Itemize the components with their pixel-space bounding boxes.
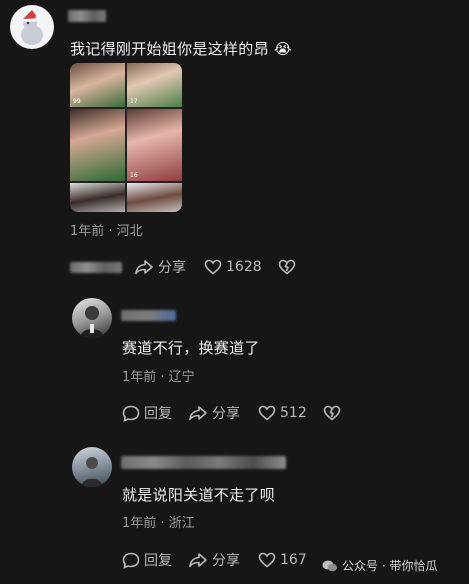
avatar[interactable] [72,447,112,487]
reply-text: 赛道不行，换赛道了 [122,339,260,357]
photo-thumbnail[interactable] [70,183,125,212]
post-text: 我记得刚开始姐你是这样的昂 😭 [70,38,292,59]
reply-button[interactable]: 回复 [122,550,172,570]
view-count: 16 [130,172,138,179]
avatar-photo [80,306,104,338]
avatar-photo [81,457,103,487]
crying-emoji: 😭 [273,40,292,58]
reply-actions: 回复 分享 512 [122,403,341,423]
like-button[interactable]: 167 [258,552,307,568]
share-icon [189,406,207,421]
photo-thumbnail[interactable]: 99 [70,63,125,107]
photo-thumbnail[interactable]: 16 [127,109,182,181]
like-count: 1628 [226,259,262,275]
share-label: 分享 [212,553,240,569]
photo-thumbnail[interactable] [70,109,125,181]
avatar-illustration [21,10,43,45]
share-button[interactable]: 分享 [134,257,186,277]
reply-meta: 1年前 · 浙江 [122,516,195,531]
avatar[interactable] [10,5,54,49]
avatar[interactable] [72,298,112,338]
reply-text: 就是说阳关道不走了呗 [122,486,276,504]
view-count: 99 [73,98,81,105]
like-count: 512 [280,405,307,421]
share-label: 分享 [212,406,240,422]
reply-button[interactable]: 回复 [122,403,172,423]
like-button[interactable]: 512 [258,405,307,421]
reply-actions: 回复 分享 167 [122,550,323,570]
like-button[interactable]: 1628 [204,259,262,275]
heart-icon [204,259,222,275]
reply-label: 回复 [144,553,172,569]
heart-icon [258,405,276,421]
watermark-text: 公众号 · 带你恰瓜 [342,559,438,573]
share-label: 分享 [158,260,186,276]
photo-thumbnail[interactable] [127,183,182,212]
share-button[interactable]: 分享 [188,550,240,570]
photo-thumbnail[interactable]: 17 [127,63,182,107]
post-text-content: 我记得刚开始姐你是这样的昂 [70,40,269,58]
username-redacted[interactable] [121,456,286,469]
reply-label: 回复 [144,406,172,422]
heart-icon [258,552,276,568]
share-icon [189,553,207,568]
comment-icon [122,552,140,569]
watermark: 公众号 · 带你恰瓜 [322,557,437,574]
reply-label-redacted[interactable] [70,261,122,273]
share-icon [135,260,153,275]
comment-icon [122,405,140,422]
wechat-icon [322,560,337,571]
view-count: 17 [130,98,138,105]
username-redacted[interactable] [121,310,176,321]
dislike-button[interactable] [323,405,341,421]
photo-grid[interactable]: 99 17 16 [70,63,182,212]
post-actions: 分享 1628 [70,257,296,277]
broken-heart-icon [278,259,295,275]
post-meta: 1年前 · 河北 [70,224,143,239]
dislike-button[interactable] [278,259,296,275]
username-redacted[interactable] [68,10,106,22]
broken-heart-icon [323,405,341,421]
like-count: 167 [280,552,307,568]
reply-meta: 1年前 · 辽宁 [122,370,195,385]
share-button[interactable]: 分享 [188,403,240,423]
